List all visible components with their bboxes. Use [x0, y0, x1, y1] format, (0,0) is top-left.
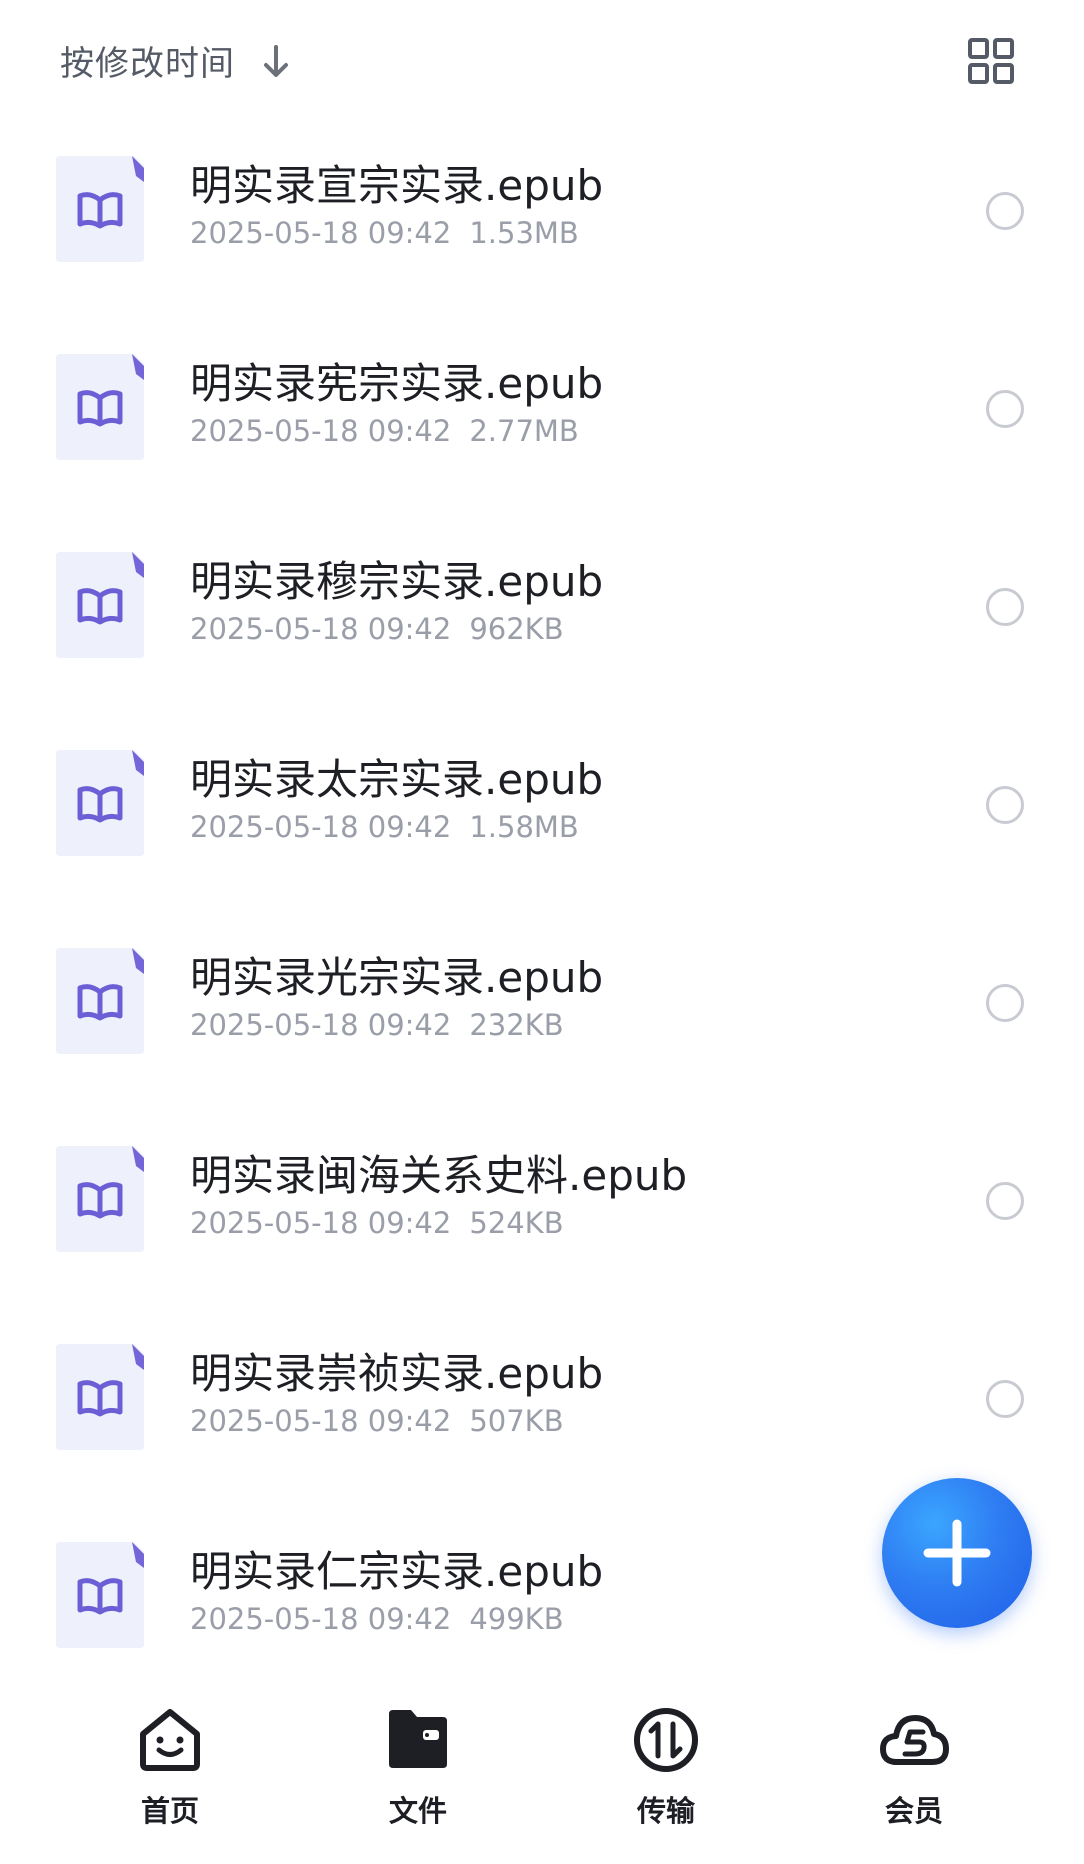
book-icon	[56, 1344, 144, 1450]
file-size: 1.58MB	[469, 810, 579, 844]
file-date: 2025-05-18 09:42	[190, 1008, 452, 1042]
list-item[interactable]: 明实录宣宗实录.epub 2025-05-18 09:42 1.53MB	[0, 120, 1084, 318]
file-browser-screen: 按修改时间 明实录宣宗实录.epub 2025-05-18 09:42 1.53M…	[0, 0, 1084, 1864]
file-name: 明实录太宗实录.epub	[190, 755, 604, 804]
sort-button[interactable]: 按修改时间	[60, 36, 235, 85]
file-name: 明实录闽海关系史料.epub	[190, 1151, 688, 1200]
bottom-nav: 首页 文件 传输 会员	[0, 1680, 1084, 1864]
file-size: 499KB	[469, 1602, 564, 1636]
select-radio[interactable]	[986, 588, 1024, 626]
file-name: 明实录宪宗实录.epub	[190, 359, 604, 408]
file-size: 524KB	[469, 1206, 564, 1240]
list-header: 按修改时间	[0, 0, 1084, 120]
file-date: 2025-05-18 09:42	[190, 216, 452, 250]
nav-label: 首页	[140, 1794, 199, 1828]
file-name: 明实录仁宗实录.epub	[190, 1547, 604, 1596]
select-radio[interactable]	[986, 1380, 1024, 1418]
plus-icon	[923, 1519, 991, 1587]
nav-home[interactable]: 首页	[100, 1704, 240, 1834]
file-meta: 2025-05-18 09:42 1.53MB	[190, 216, 579, 250]
book-icon	[56, 354, 144, 460]
folder-icon	[389, 1710, 447, 1768]
nav-label: 会员	[884, 1794, 943, 1828]
file-date: 2025-05-18 09:42	[190, 1602, 452, 1636]
file-size: 232KB	[469, 1008, 564, 1042]
file-meta: 2025-05-18 09:42 2.77MB	[190, 414, 579, 448]
book-icon	[56, 1542, 144, 1648]
select-radio[interactable]	[986, 786, 1024, 824]
book-icon	[56, 156, 144, 262]
nav-label: 传输	[636, 1794, 695, 1828]
cloud-vip-icon	[880, 1715, 949, 1765]
nav-files[interactable]: 文件	[348, 1704, 488, 1834]
nav-transfer[interactable]: 传输	[596, 1704, 736, 1834]
file-meta: 2025-05-18 09:42 962KB	[190, 612, 564, 646]
file-size: 962KB	[469, 612, 564, 646]
list-item[interactable]: 明实录穆宗实录.epub 2025-05-18 09:42 962KB	[0, 516, 1084, 714]
arrow-down-icon[interactable]	[260, 44, 292, 80]
file-name: 明实录宣宗实录.epub	[190, 161, 604, 210]
file-date: 2025-05-18 09:42	[190, 414, 452, 448]
list-item[interactable]: 明实录闽海关系史料.epub 2025-05-18 09:42 524KB	[0, 1110, 1084, 1308]
book-icon	[56, 1146, 144, 1252]
select-radio[interactable]	[986, 1182, 1024, 1220]
file-name: 明实录穆宗实录.epub	[190, 557, 604, 606]
list-item[interactable]: 明实录宪宗实录.epub 2025-05-18 09:42 2.77MB	[0, 318, 1084, 516]
file-meta: 2025-05-18 09:42 507KB	[190, 1404, 564, 1438]
select-radio[interactable]	[986, 390, 1024, 428]
list-item[interactable]: 明实录光宗实录.epub 2025-05-18 09:42 232KB	[0, 912, 1084, 1110]
file-size: 507KB	[469, 1404, 564, 1438]
file-date: 2025-05-18 09:42	[190, 612, 452, 646]
book-icon	[56, 552, 144, 658]
file-date: 2025-05-18 09:42	[190, 1206, 452, 1240]
select-radio[interactable]	[986, 192, 1024, 230]
select-radio[interactable]	[986, 984, 1024, 1022]
file-name: 明实录崇祯实录.epub	[190, 1349, 604, 1398]
grid-view-icon[interactable]	[966, 36, 1016, 86]
file-date: 2025-05-18 09:42	[190, 1404, 452, 1438]
file-meta: 2025-05-18 09:42 232KB	[190, 1008, 564, 1042]
add-button[interactable]	[882, 1478, 1032, 1628]
list-item[interactable]: 明实录崇祯实录.epub 2025-05-18 09:42 507KB	[0, 1308, 1084, 1506]
list-item[interactable]: 明实录太宗实录.epub 2025-05-18 09:42 1.58MB	[0, 714, 1084, 912]
transfer-icon	[634, 1708, 698, 1772]
home-smile-icon	[140, 1709, 200, 1771]
file-size: 1.53MB	[469, 216, 579, 250]
nav-vip[interactable]: 会员	[844, 1704, 984, 1834]
book-icon	[56, 750, 144, 856]
file-meta: 2025-05-18 09:42 499KB	[190, 1602, 564, 1636]
nav-label: 文件	[388, 1794, 447, 1828]
file-size: 2.77MB	[469, 414, 579, 448]
file-meta: 2025-05-18 09:42 1.58MB	[190, 810, 579, 844]
file-meta: 2025-05-18 09:42 524KB	[190, 1206, 564, 1240]
file-name: 明实录光宗实录.epub	[190, 953, 604, 1002]
book-icon	[56, 948, 144, 1054]
file-date: 2025-05-18 09:42	[190, 810, 452, 844]
